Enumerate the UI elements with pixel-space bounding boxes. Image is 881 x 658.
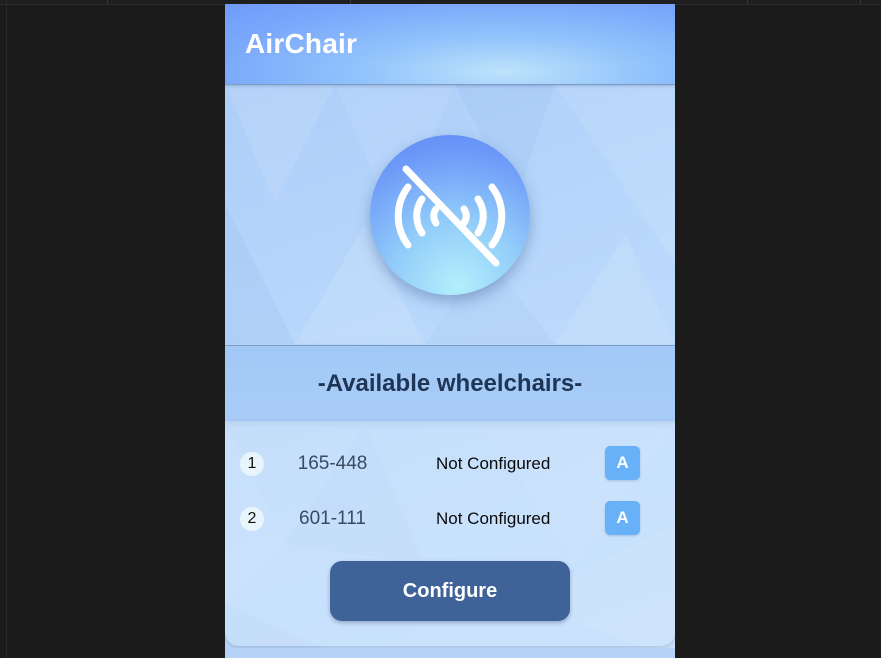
section-heading: -Available wheelchairs- [317,370,583,397]
wheelchair-code: 165-448 [297,453,368,474]
app-title: AirChair [245,28,358,59]
list-item: 2 601-111 Not Configured A [225,501,675,537]
configuration-status: Not Configured [436,454,551,473]
signal-off-icon [394,165,506,267]
wheelchair-action-button[interactable]: A [605,501,640,535]
top-strip-divider [107,0,108,4]
configuration-status: Not Configured [436,509,551,528]
connection-status-panel [225,85,675,346]
top-strip-divider [747,0,748,4]
available-wheelchairs-header: -Available wheelchairs- [225,346,675,421]
app-header: AirChair [225,4,675,85]
window-left-rule [6,0,7,658]
row-index-badge: 1 [240,452,264,476]
top-strip-divider [860,0,861,4]
connection-status-badge [370,135,530,295]
wheelchair-code: 601-111 [299,508,366,529]
bottom-edge [225,648,675,658]
wheelchair-action-button[interactable]: A [605,446,640,480]
configure-button[interactable]: Configure [330,561,570,621]
list-item: 1 165-448 Not Configured A [225,446,675,482]
row-index-badge: 2 [240,507,264,531]
app-viewport: AirChair -Available wheelchairs- 1 165-4… [225,4,675,658]
